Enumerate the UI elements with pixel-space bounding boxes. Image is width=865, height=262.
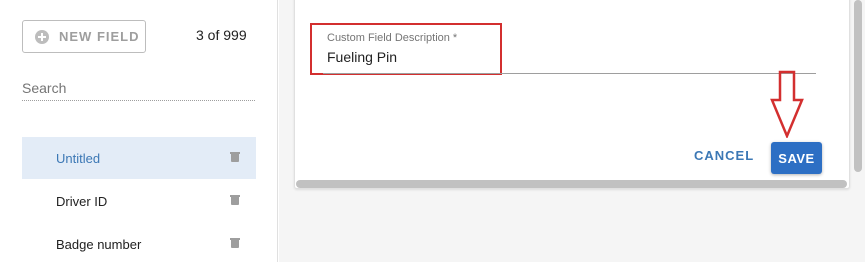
list-item-label: Badge number	[56, 236, 142, 252]
description-field[interactable]: Fueling Pin	[327, 49, 397, 65]
search-input[interactable]	[22, 75, 255, 101]
trash-icon[interactable]	[230, 238, 240, 248]
trash-icon[interactable]	[230, 152, 240, 162]
list-item[interactable]: Driver ID	[22, 180, 256, 222]
field-label: Custom Field Description *	[327, 32, 458, 44]
field-underline	[323, 73, 816, 74]
field-count: 3 of 999	[196, 27, 247, 43]
down-arrow-annotation-icon	[770, 70, 804, 138]
new-field-label: NEW FIELD	[59, 29, 140, 44]
list-item[interactable]: Badge number	[22, 223, 256, 262]
list-item-label: Driver ID	[56, 193, 108, 209]
vertical-scrollbar[interactable]	[854, 0, 862, 172]
save-button[interactable]: SAVE	[771, 142, 822, 174]
plus-circle-icon	[35, 29, 49, 44]
content-area: Custom Field Description * Fueling Pin C…	[279, 0, 865, 262]
horizontal-scrollbar[interactable]	[296, 180, 847, 188]
new-field-button[interactable]: NEW FIELD	[22, 20, 146, 53]
trash-icon[interactable]	[230, 195, 240, 205]
list-item[interactable]: Untitled	[22, 137, 256, 179]
cancel-button[interactable]: CANCEL	[694, 148, 754, 163]
sidebar: NEW FIELD 3 of 999 Untitled Driver ID Ba…	[0, 0, 278, 262]
list-item-label: Untitled	[56, 150, 101, 166]
form-card: Custom Field Description * Fueling Pin C…	[294, 0, 850, 189]
